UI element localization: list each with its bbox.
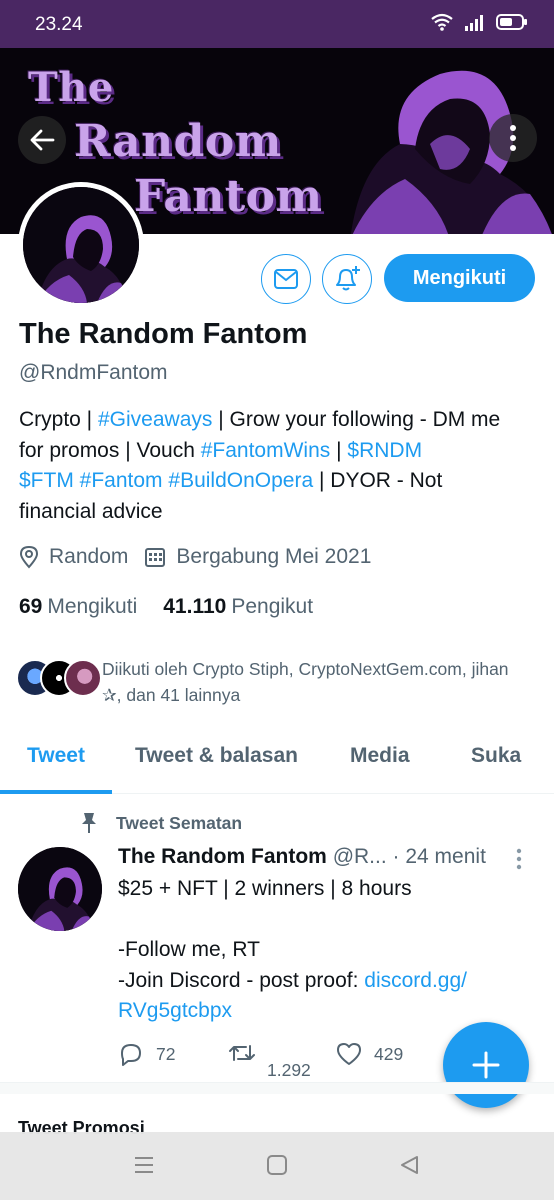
tweet-author-name[interactable]: The Random Fantom — [118, 845, 327, 868]
tweet-author-handle: @R... — [332, 845, 387, 868]
tweet-line: -Join Discord - post proof: — [118, 968, 365, 992]
cashtag-link[interactable]: $RNDM — [347, 439, 422, 462]
reply-count: 72 — [156, 1043, 176, 1064]
tweet-text: $25 + NFT | 2 winners | 8 hours -Follow … — [118, 874, 528, 1027]
tweet-line: -Follow me, RT — [118, 938, 260, 961]
discord-link-cont[interactable]: RVg5gtcbpx — [118, 999, 232, 1022]
home-button[interactable] — [266, 1154, 288, 1181]
followed-by-text: Diikuti oleh Crypto Stiph, CryptoNextGem… — [102, 659, 509, 705]
hashtag-link[interactable]: #Fantom — [80, 469, 163, 492]
tab-likes[interactable]: Suka — [471, 744, 521, 768]
hashtag-link[interactable]: #Giveaways — [98, 408, 212, 431]
followers-count: 41.110 — [163, 595, 227, 618]
tab-media[interactable]: Media — [350, 744, 410, 768]
profile-handle: @RndmFantom — [19, 361, 168, 384]
hooded-avatar-icon — [18, 847, 102, 931]
section-divider — [0, 1082, 554, 1094]
cashtag-link[interactable]: $FTM — [19, 469, 74, 492]
location-pin-icon — [19, 545, 39, 569]
banner-title-line1: The — [28, 64, 114, 111]
profile-name: The Random Fantom — [19, 318, 308, 350]
status-icons — [430, 12, 528, 32]
heart-icon — [337, 1043, 361, 1065]
following-button[interactable]: Mengikuti — [384, 254, 535, 302]
followed-by[interactable]: Diikuti oleh Crypto Stiph, CryptoNextGem… — [16, 656, 522, 708]
profile-meta: Random Bergabung Mei 2021 — [19, 545, 387, 569]
follower-avatar — [64, 659, 102, 697]
following-label: Mengikuti — [47, 595, 138, 618]
reply-icon — [121, 1044, 141, 1066]
joined-item: Bergabung Mei 2021 — [144, 545, 371, 569]
more-vertical-icon — [516, 848, 522, 870]
like-button[interactable]: 429 — [336, 1042, 403, 1066]
system-back-button[interactable] — [398, 1154, 420, 1181]
location-text: Random — [49, 545, 129, 568]
like-count: 429 — [374, 1043, 404, 1064]
reply-button[interactable]: 72 — [118, 1042, 175, 1066]
following-count: 69 — [19, 595, 43, 618]
tab-tweets[interactable]: Tweet — [27, 744, 85, 768]
menu-lines-icon — [135, 1157, 153, 1173]
location-item: Random — [19, 545, 128, 569]
wifi-icon — [431, 13, 453, 31]
pin-icon — [82, 813, 96, 833]
envelope-icon — [274, 269, 298, 289]
status-time: 23.24 — [35, 14, 83, 35]
joined-text: Bergabung Mei 2021 — [176, 545, 372, 568]
tweet-time: · 24 menit — [392, 845, 486, 868]
hashtag-link[interactable]: #BuildOnOpera — [168, 469, 313, 492]
pinned-text: Tweet Sematan — [116, 812, 243, 833]
message-button[interactable] — [261, 254, 311, 304]
bio-text: | — [330, 438, 348, 462]
pinned-label: Tweet Sematan — [80, 812, 242, 834]
avatar-image — [23, 187, 139, 303]
discord-link[interactable]: discord.gg/ — [364, 969, 467, 992]
signal-icon — [465, 15, 483, 31]
triangle-back-icon — [401, 1156, 418, 1174]
profile-avatar[interactable] — [18, 182, 144, 308]
bio-text: Crypto | — [19, 408, 98, 431]
retweet-icon — [229, 1045, 255, 1061]
hooded-avatar-icon — [23, 187, 139, 303]
plus-icon — [472, 1051, 500, 1079]
profile-tabs: Tweet Tweet & balasan Media Suka — [0, 730, 554, 794]
calendar-icon — [145, 548, 166, 567]
banner-title-line3: Fantom — [134, 171, 323, 222]
active-tab-indicator — [0, 790, 112, 794]
status-bar: 23.24 — [0, 0, 554, 48]
more-options-button[interactable] — [489, 114, 537, 162]
square-icon — [267, 1155, 287, 1175]
follow-counts: 69 Mengikuti 41.110 Pengikut — [19, 595, 313, 619]
tweet-avatar[interactable] — [18, 847, 102, 931]
tweet-more-button[interactable] — [516, 848, 522, 875]
tab-tweets-replies[interactable]: Tweet & balasan — [135, 744, 298, 768]
system-nav-bar — [0, 1132, 554, 1200]
retweet-count: 1.292 — [267, 1060, 311, 1080]
tweet-line: $25 + NFT | 2 winners | 8 hours — [118, 877, 412, 900]
follower-avatars — [16, 659, 102, 701]
battery-icon — [496, 14, 527, 30]
profile-bio: Crypto | #Giveaways | Grow your followin… — [19, 405, 519, 527]
followers-label: Pengikut — [231, 595, 314, 618]
recent-apps-button[interactable] — [133, 1154, 155, 1181]
bell-plus-icon — [336, 266, 360, 291]
notifications-button[interactable] — [322, 254, 372, 304]
tweet-header: The Random Fantom @R... · 24 menit — [118, 845, 486, 869]
compose-tweet-button[interactable] — [443, 1022, 529, 1108]
back-button[interactable] — [18, 116, 66, 164]
banner-title-line2: Random — [74, 116, 282, 167]
followers-count-link[interactable]: 41.110 Pengikut — [163, 595, 313, 619]
arrow-left-icon — [30, 129, 55, 151]
retweet-button[interactable] — [228, 1042, 268, 1064]
more-vertical-icon — [510, 125, 516, 151]
following-count-link[interactable]: 69 Mengikuti — [19, 595, 137, 619]
hashtag-link[interactable]: #FantomWins — [201, 439, 331, 462]
